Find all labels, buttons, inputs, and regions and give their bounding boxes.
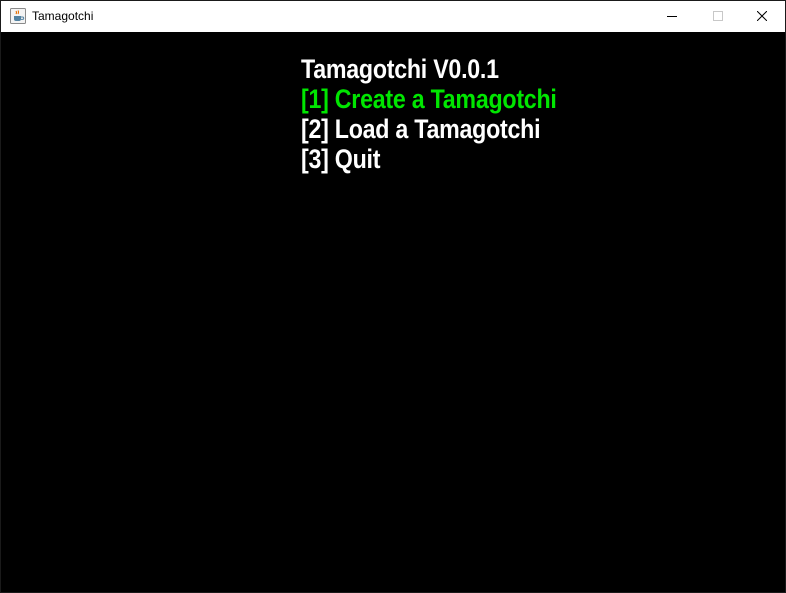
close-button[interactable] [739, 1, 785, 32]
game-canvas[interactable]: Tamagotchi V0.0.1 [1] Create a Tamagotch… [1, 32, 785, 592]
maximize-icon [713, 8, 723, 26]
close-icon [756, 8, 768, 26]
main-menu: Tamagotchi V0.0.1 [1] Create a Tamagotch… [301, 54, 557, 174]
title-bar[interactable]: Tamagotchi [1, 1, 785, 32]
menu-option-load[interactable]: [2] Load a Tamagotchi [301, 114, 557, 144]
app-window: Tamagotchi Tamagotchi V0.0.1 [1] Create … [0, 0, 786, 593]
minimize-button[interactable] [649, 1, 695, 32]
menu-option-quit[interactable]: [3] Quit [301, 144, 557, 174]
window-title: Tamagotchi [32, 9, 94, 23]
maximize-button[interactable] [695, 1, 741, 32]
menu-title: Tamagotchi V0.0.1 [301, 54, 499, 84]
java-coffee-cup-icon [10, 8, 26, 24]
menu-option-create[interactable]: [1] Create a Tamagotchi [301, 84, 557, 114]
minimize-icon [667, 8, 677, 26]
